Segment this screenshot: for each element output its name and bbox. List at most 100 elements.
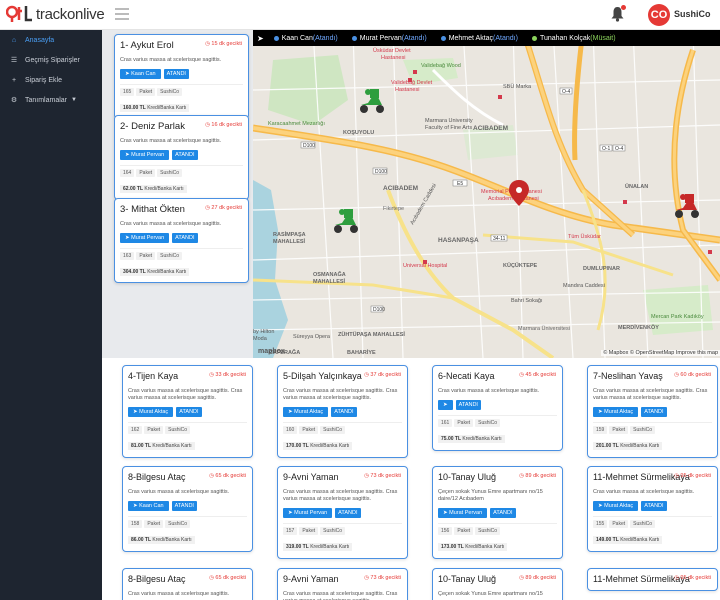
order-address: Cras varius massa at scelerisque sagitti… [438, 388, 540, 394]
order-address: Cras varius massa at scelerisque sagitti… [120, 57, 222, 63]
svg-text:KOŞUYOLU: KOŞUYOLU [343, 130, 374, 136]
courier-button[interactable]: ➤ Kaan Can [128, 501, 169, 511]
sidebar-item-home[interactable]: ⌂ Anasayfa [0, 30, 102, 50]
payment-method: Kredi/Banka Kartı [147, 269, 187, 275]
courier-button[interactable]: ➤ Murat Pervan [120, 233, 170, 243]
courier-map[interactable]: D100 D100 E5 34-11 O-4 O-1 O-4 D100 Üskü… [253, 30, 720, 358]
brand-name[interactable]: SushiCo [674, 9, 711, 19]
order-amount: 86.00 TL [131, 537, 152, 543]
brand-avatar[interactable]: CO [648, 4, 670, 26]
status-button[interactable]: ATANDI [455, 400, 481, 410]
courier-button[interactable]: ➤ Murat Aktaç [128, 407, 174, 417]
order-card[interactable]: 4-Tijen Kaya ◷ 33 dk gecikti Cras varius m… [122, 365, 253, 458]
order-delay-text: 73 dk gecikti [370, 575, 401, 581]
order-card[interactable]: 6-Necati Kaya ◷ 45 dk gecikti Cras varius … [432, 365, 563, 451]
svg-text:ÜNALAN: ÜNALAN [625, 183, 648, 190]
mapbox-logo[interactable]: mapbox [258, 348, 285, 355]
courier-button[interactable]: ➤ Murat Aktaç [283, 407, 329, 417]
order-card[interactable]: 3- Mithat Ökten ◷ 27 dk gecikti Cras variu… [114, 198, 249, 283]
courier-legend-item[interactable]: Tunahan Kolçak (Müsait) [531, 34, 616, 42]
status-button[interactable]: ATANDI [641, 501, 667, 511]
order-card[interactable]: 8-Bilgesu Ataç ◷ 65 dk gecikti Cras varius… [122, 568, 253, 600]
payment-method: Kredi/Banka Kartı [152, 443, 192, 449]
order-card[interactable]: 11-Mehmet Sürmelikaya ◷ 95 dk gecikti Cras… [587, 466, 718, 552]
order-card[interactable]: 1- Aykut Erol ◷ 15 dk gecikti Cras varius … [114, 34, 249, 119]
svg-text:Moda: Moda [253, 336, 268, 342]
order-delay: ◷ 95 dk gecikti [674, 473, 711, 479]
courier-legend-item[interactable]: Murat Pervan (Atandı) [351, 35, 427, 42]
map-attribution[interactable]: © Mapbox © OpenStreetMap Improve this ma… [601, 350, 720, 356]
courier-button[interactable]: ➤ Murat Pervan [120, 150, 170, 160]
courier-button[interactable]: ➤ Murat Pervan [438, 508, 488, 518]
status-button[interactable]: ATANDI [490, 508, 516, 518]
order-address: Çeçen sokak Yunus Emre apartmanı no/15 d… [438, 489, 543, 502]
clock-icon: ◷ [209, 575, 214, 581]
order-card[interactable]: 2- Deniz Parlak ◷ 16 dk gecikti Cras variu… [114, 115, 249, 200]
order-card[interactable]: 10-Tanay Uluğ ◷ 89 dk gecikti Çeçen sokak … [432, 568, 563, 600]
status-dot-icon [440, 35, 446, 41]
courier-button[interactable]: ➤ [438, 400, 453, 410]
courier-button[interactable]: ➤ Murat Aktaç [593, 501, 639, 511]
svg-text:ACIBADEM: ACIBADEM [383, 185, 418, 192]
status-button[interactable]: ATANDI [172, 233, 198, 243]
sidebar-item-definitions[interactable]: ⚙ Tanımlamalar ▼ [0, 90, 102, 110]
menu-toggle-icon[interactable] [115, 8, 129, 20]
courier-button[interactable]: ➤ Murat Aktaç [593, 407, 639, 417]
payment-method: Kredi/Banka Kartı [620, 443, 660, 449]
plus-icon: + [11, 76, 17, 84]
top-bar: trackonlive CO SushiCo [0, 0, 720, 30]
package-label: Paket [609, 520, 629, 528]
divider [128, 422, 247, 423]
status-dot-icon [531, 35, 537, 41]
svg-text:DUMLUPINAR: DUMLUPINAR [583, 266, 620, 272]
sidebar-item-past-orders[interactable]: ☰ Geçmiş Siparişler [0, 50, 102, 70]
order-amount: 173.00 TL [441, 544, 464, 550]
status-button[interactable]: ATANDI [335, 508, 361, 518]
restaurant-name: SushiCo [157, 169, 183, 177]
order-payment: 173.00 TL Kredi/Banka Kartı [438, 543, 508, 551]
clock-icon: ◷ [205, 41, 210, 47]
courier-status: (Atandı) [493, 34, 518, 42]
svg-text:O-1: O-1 [602, 146, 611, 152]
courier-legend-item[interactable]: Kaan Can (Atandı) [273, 34, 338, 42]
status-button[interactable]: ATANDI [331, 407, 357, 417]
motorbike-icon: ➤ [598, 409, 603, 415]
courier-scooter-icon[interactable] [330, 205, 360, 235]
svg-text:O-4: O-4 [562, 89, 571, 95]
app-logo[interactable]: trackonlive [6, 4, 105, 24]
restaurant-name: SushiCo [157, 252, 183, 260]
courier-legend-item[interactable]: Mehmet Aktaç (Atandı) [440, 34, 518, 42]
order-card[interactable]: 9-Avni Yaman ◷ 73 dk gecikti Cras varius m… [277, 466, 408, 559]
order-card[interactable]: 10-Tanay Uluğ ◷ 89 dk gecikti Çeçen sokak … [432, 466, 563, 559]
order-delay: ◷ 65 dk gecikti [209, 575, 246, 581]
status-button[interactable]: ATANDI [163, 69, 189, 79]
order-amount: 201.00 TL [596, 443, 619, 449]
divider [283, 422, 402, 423]
order-delay-text: 89 dk gecikti [525, 575, 556, 581]
order-delay: ◷ 73 dk gecikti [364, 575, 401, 581]
courier-name: Kaan Can [281, 34, 313, 42]
status-button[interactable]: ATANDI [641, 407, 667, 417]
courier-status: (Müsait) [590, 34, 616, 42]
courier-scooter-icon[interactable] [356, 85, 386, 115]
motorbike-icon: ➤ [125, 71, 130, 77]
status-button[interactable]: ATANDI [172, 150, 198, 160]
status-dot-icon [351, 35, 357, 41]
courier-button[interactable]: ➤ Kaan Can [120, 69, 161, 79]
order-card[interactable]: 8-Bilgesu Ataç ◷ 65 dk gecikti Cras varius… [122, 466, 253, 552]
package-number: 161 [438, 419, 453, 427]
status-button[interactable]: ATANDI [176, 407, 202, 417]
courier-button[interactable]: ➤ Murat Pervan [283, 508, 333, 518]
restaurant-name: SushiCo [320, 527, 346, 535]
order-card[interactable]: 9-Avni Yaman ◷ 73 dk gecikti Cras varius m… [277, 568, 408, 600]
order-card[interactable]: 5-Dilşah Yalçınkaya ◷ 37 dk gecikti Cras v… [277, 365, 408, 458]
status-button[interactable]: ATANDI [171, 501, 197, 511]
order-card[interactable]: 11-Mehmet Sürmelikaya ◷ 95 dk gecikti [587, 568, 718, 591]
order-card[interactable]: 7-Neslihan Yavaş ◷ 60 dk gecikti Cras vari… [587, 365, 718, 458]
order-address: Cras varius massa at scelerisque sagitti… [283, 388, 398, 401]
map-canvas[interactable]: D100 D100 E5 34-11 O-4 O-1 O-4 D100 Üskü… [253, 30, 720, 358]
sidebar-item-add-order[interactable]: + Sipariş Ekle [0, 70, 102, 90]
order-delay: ◷ 33 dk gecikti [209, 372, 246, 378]
courier-scooter-icon[interactable] [671, 190, 701, 220]
order-payment: 304.00 TL Kredi/Banka Kartı [120, 268, 190, 276]
